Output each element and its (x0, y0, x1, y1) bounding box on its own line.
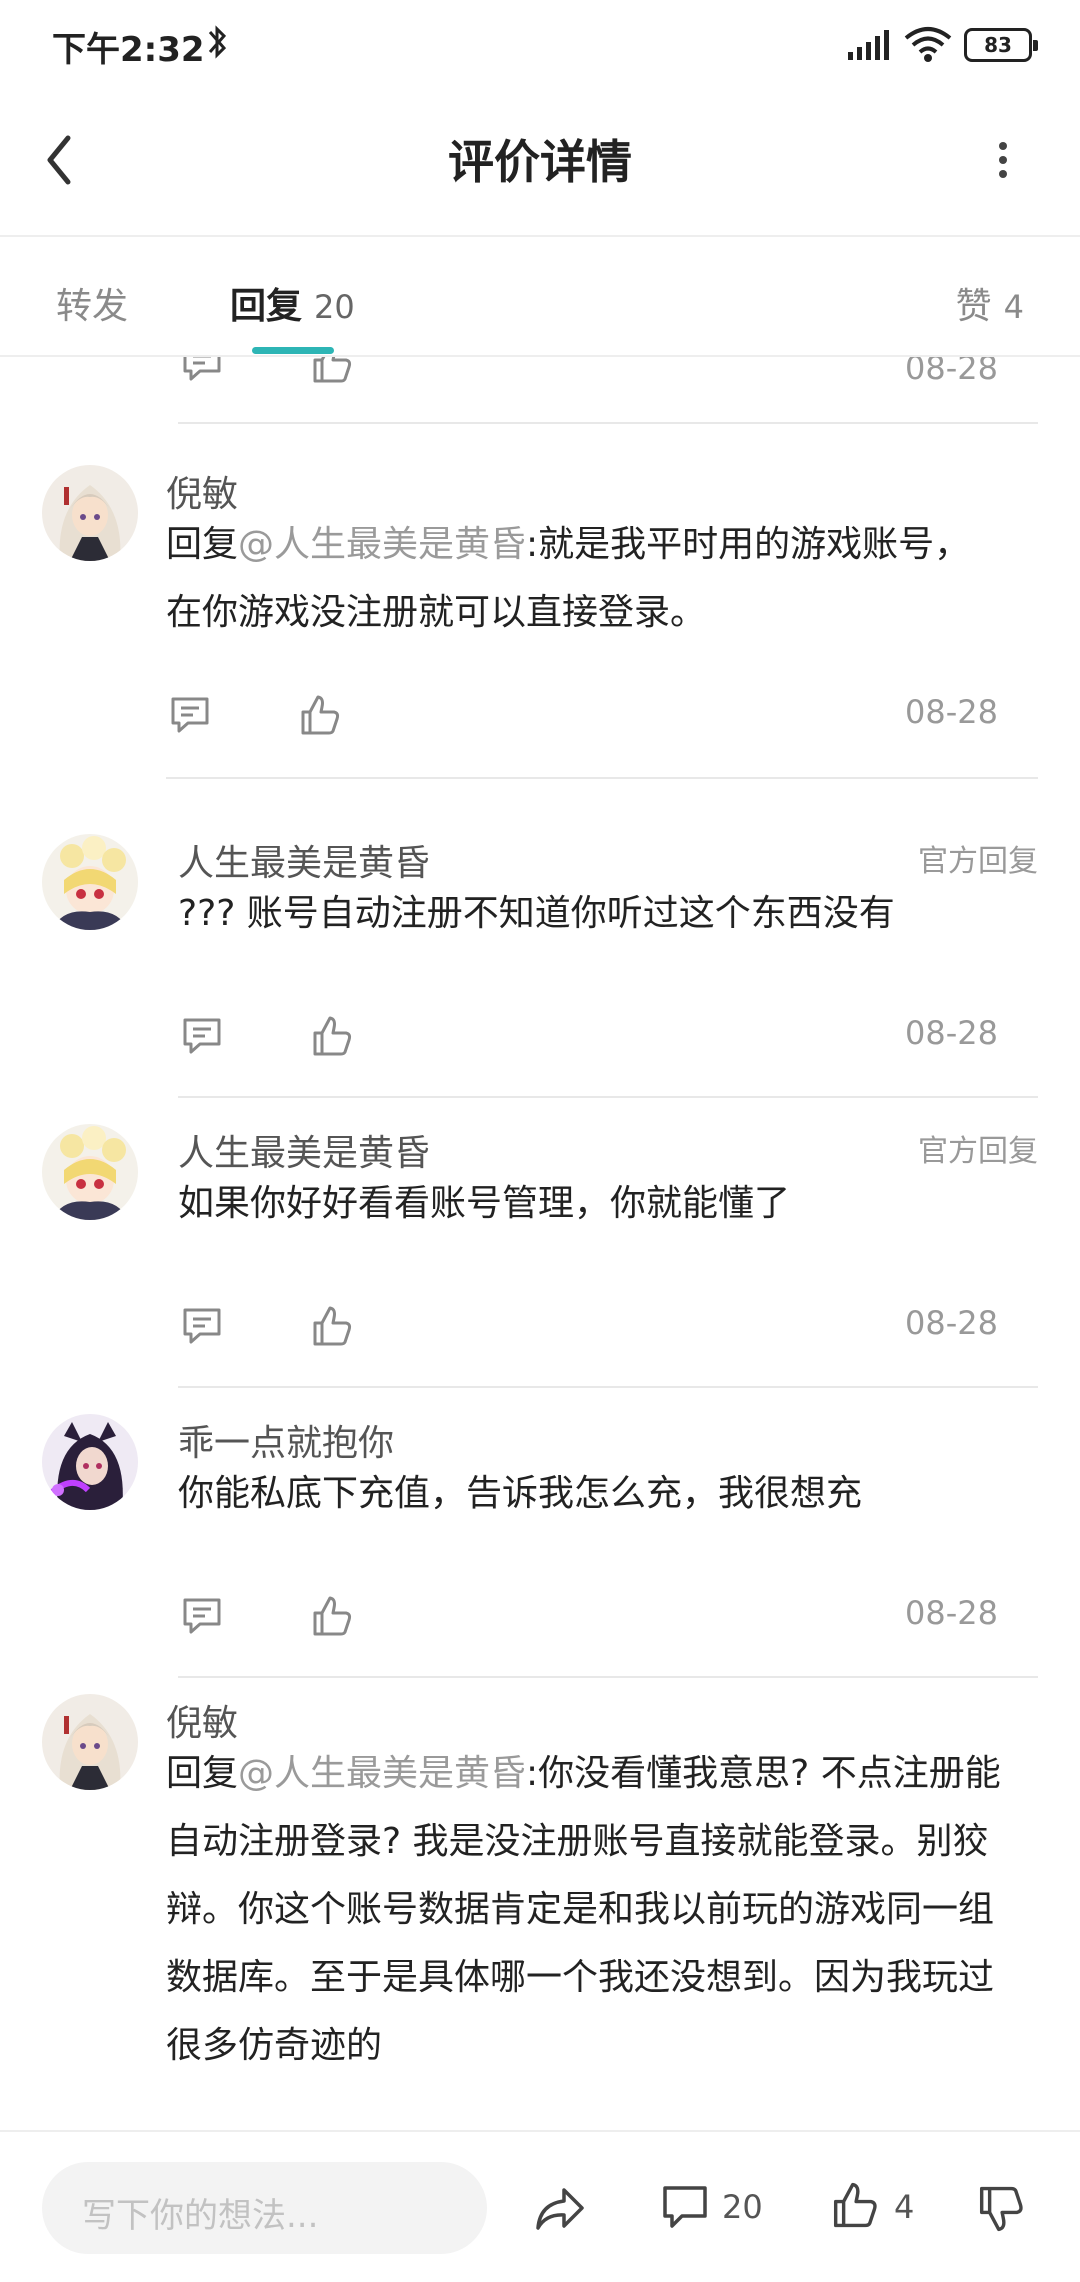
divider (178, 422, 1038, 424)
reply-text: 回复@人生最美是黄昏:你没看懂我意思? 不点注册能自动注册登录? 我是没注册账号… (166, 1740, 1016, 2080)
compose-placeholder: 写下你的想法... (82, 2196, 319, 2236)
reply-item: 倪敏 回复@人生最美是黄昏:就是我平时用的游戏账号，在你游戏没注册就可以直接登录… (0, 465, 1080, 805)
reply-author[interactable]: 人生最美是黄昏 (178, 1124, 430, 1176)
thumbs-up-icon[interactable] (310, 1594, 354, 1638)
thumbs-up-icon[interactable] (298, 693, 342, 737)
tab-reply-label: 回复 (230, 286, 303, 327)
reply-prefix: 回复 (166, 1753, 239, 1794)
reply-author[interactable]: 人生最美是黄昏 (178, 834, 430, 886)
tab-like-count: 4 (1003, 288, 1024, 326)
comment-icon[interactable] (168, 693, 212, 737)
tab-bar: 转发 回复 20 赞4 (0, 237, 1080, 357)
user-avatar[interactable] (42, 834, 138, 930)
divider (166, 777, 1038, 779)
comment-icon[interactable] (660, 2182, 710, 2232)
user-avatar[interactable] (42, 465, 138, 561)
divider (178, 1386, 1038, 1388)
reply-date: 08-28 (905, 1594, 998, 1632)
reply-prefix: 回复 (166, 524, 239, 565)
more-options-icon[interactable] (994, 140, 1012, 180)
avatar-dark-hair-girl-icon (42, 1414, 138, 1510)
reply-list[interactable]: 08-28 倪敏 回复@人生最美是黄昏:就是我平时用的游戏账号，在你游戏没注册就… (0, 357, 1080, 2130)
status-bar: 下午2:32 83 (0, 0, 1080, 90)
status-time: 下午2:32 (52, 30, 205, 70)
user-avatar[interactable] (42, 1414, 138, 1510)
reply-item: 乖一点就抱你 你能私底下充值，告诉我怎么充，我很想充 08-28 (0, 1414, 1080, 1704)
comment-icon[interactable] (180, 357, 224, 385)
app-header: 评价详情 (0, 90, 1080, 237)
tab-like-label: 赞 (955, 286, 992, 327)
reply-date: 08-28 (905, 1304, 998, 1342)
thumbs-up-icon[interactable] (830, 2180, 880, 2230)
divider (178, 1676, 1038, 1678)
avatar-white-hair-girl-icon (42, 465, 138, 561)
comment-icon[interactable] (180, 1594, 224, 1638)
official-reply-badge: 官方回复 (918, 1134, 1038, 1169)
tab-like[interactable]: 赞4 (956, 277, 1024, 329)
bottom-action-bar: 写下你的想法... 20 4 (0, 2130, 1080, 2282)
user-avatar[interactable] (42, 1124, 138, 1220)
mention-link[interactable]: @人生最美是黄昏 (238, 1753, 526, 1794)
comment-icon[interactable] (180, 1014, 224, 1058)
page-title: 评价详情 (448, 135, 632, 189)
like-count: 4 (894, 2188, 915, 2226)
reply-text: ??? 账号自动注册不知道你听过这个东西没有 (178, 893, 895, 934)
thumbs-up-icon[interactable] (310, 1014, 354, 1058)
tab-reply[interactable]: 回复 20 (230, 277, 355, 329)
compose-input[interactable]: 写下你的想法... (42, 2162, 487, 2254)
user-avatar[interactable] (42, 1694, 138, 1790)
reply-text: 如果你好好看看账号管理，你就能懂了 (178, 1183, 791, 1224)
divider (178, 1096, 1038, 1098)
comment-icon[interactable] (180, 1304, 224, 1348)
official-reply-badge: 官方回复 (918, 844, 1038, 879)
tab-repost-label: 转发 (56, 286, 129, 327)
reply-date: 08-28 (905, 357, 998, 387)
thumbs-down-icon[interactable] (976, 2184, 1026, 2234)
bluetooth-icon (208, 25, 227, 59)
avatar-flower-girl-icon (42, 834, 138, 930)
reply-date: 08-28 (905, 693, 998, 731)
wifi-icon (904, 27, 952, 62)
reply-item: 倪敏 回复@人生最美是黄昏:你没看懂我意思? 不点注册能自动注册登录? 我是没注… (0, 1694, 1080, 2130)
reply-date: 08-28 (905, 1014, 998, 1052)
active-tab-indicator (252, 347, 334, 354)
share-icon[interactable] (534, 2182, 586, 2234)
tab-repost[interactable]: 转发 (56, 277, 128, 329)
avatar-white-hair-girl-icon (42, 1694, 138, 1790)
reply-author[interactable]: 倪敏 (166, 1694, 238, 1746)
reply-body: :你没看懂我意思? 不点注册能自动注册登录? 我是没注册账号直接就能登录。别狡辩… (166, 1753, 1001, 2066)
signal-icon (848, 30, 889, 60)
reply-author[interactable]: 倪敏 (166, 465, 238, 517)
avatar-flower-girl-icon (42, 1124, 138, 1220)
mention-link[interactable]: @人生最美是黄昏 (238, 524, 526, 565)
reply-text: 你能私底下充值，告诉我怎么充，我很想充 (178, 1473, 863, 1514)
reply-item: 人生最美是黄昏 官方回复 如果你好好看看账号管理，你就能懂了 08-28 (0, 1124, 1080, 1414)
reply-item: 人生最美是黄昏 官方回复 ??? 账号自动注册不知道你听过这个东西没有 08-2… (0, 834, 1080, 1124)
tab-reply-count: 20 (314, 288, 355, 326)
comment-count: 20 (722, 2188, 763, 2226)
battery-indicator: 83 (964, 28, 1038, 62)
thumbs-up-icon[interactable] (310, 1304, 354, 1348)
thumbs-up-icon[interactable] (310, 357, 354, 385)
reply-text: 回复@人生最美是黄昏:就是我平时用的游戏账号，在你游戏没注册就可以直接登录。 (166, 511, 996, 647)
reply-author[interactable]: 乖一点就抱你 (178, 1414, 394, 1466)
